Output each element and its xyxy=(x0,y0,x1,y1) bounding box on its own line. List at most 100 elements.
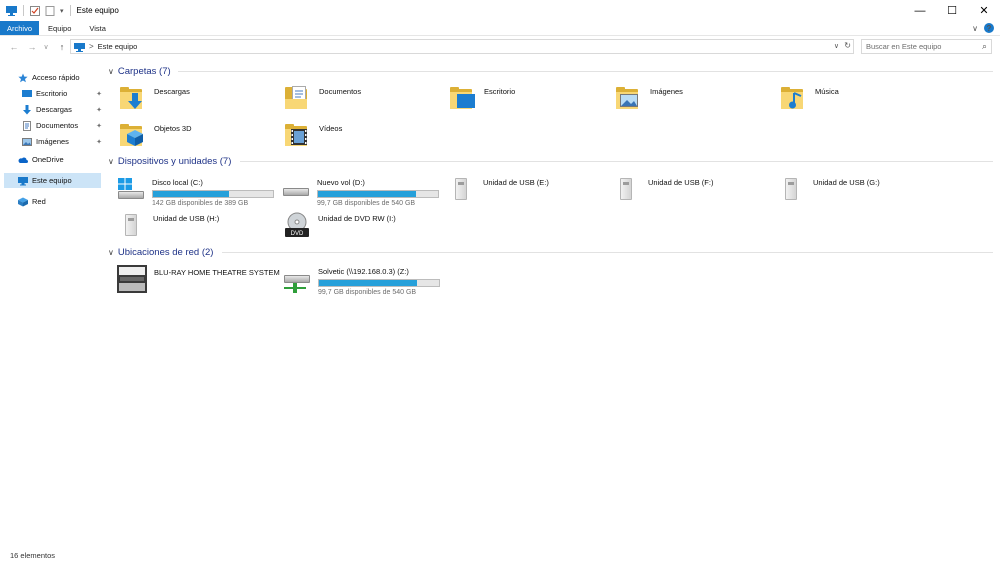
breadcrumb[interactable]: Este equipo xyxy=(98,42,138,51)
sidebar-item-label: Acceso rápido xyxy=(32,73,80,82)
drive-tile-e[interactable]: Unidad de USB (E:) xyxy=(447,174,549,204)
videos-folder-icon xyxy=(283,120,313,150)
sidebar-item-label: Red xyxy=(32,197,46,206)
star-icon xyxy=(18,73,28,83)
folder-tile-objetos-3d[interactable]: Objetos 3D xyxy=(118,120,192,150)
maximize-button[interactable]: ☐ xyxy=(936,0,968,21)
dvd-label: DVD xyxy=(291,231,304,237)
properties-icon[interactable] xyxy=(30,5,41,16)
group-divider xyxy=(222,252,993,253)
divider xyxy=(23,5,24,16)
address-bar[interactable]: > Este equipo ∨ ↻ xyxy=(70,39,854,54)
tile-label: Vídeos xyxy=(319,124,343,133)
up-button[interactable]: ↑ xyxy=(56,42,68,52)
window-controls: — ☐ ✕ xyxy=(904,0,1000,21)
drive-tile-i[interactable]: DVD Unidad de DVD RW (I:) xyxy=(282,210,396,240)
search-icon: ⌕ xyxy=(981,41,987,51)
search-input[interactable]: Buscar en Este equipo ⌕ xyxy=(861,39,992,54)
sidebar-item-red[interactable]: Red xyxy=(18,194,104,209)
quick-access-toolbar: ▾ xyxy=(0,0,73,21)
folder-tile-escritorio[interactable]: Escritorio xyxy=(448,83,515,113)
tile-label: Objetos 3D xyxy=(154,124,192,133)
3d-objects-folder-icon xyxy=(118,120,148,150)
network-device-bluray[interactable]: BLU-RAY HOME THEATRE SYSTEM xyxy=(116,264,280,294)
hard-drive-icon xyxy=(281,174,311,204)
tile-label: Música xyxy=(815,87,839,96)
folder-tile-descargas[interactable]: Descargas xyxy=(118,83,190,113)
network-drive-z[interactable]: Solvetic (\\192.168.0.3) (Z:) 99,7 GB di… xyxy=(282,263,440,296)
sidebar-item-documentos[interactable]: Documentos ✦ xyxy=(22,118,102,133)
search-placeholder: Buscar en Este equipo xyxy=(866,42,942,51)
pin-icon[interactable]: ✦ xyxy=(96,122,102,130)
sidebar-item-acceso-rapido[interactable]: Acceso rápido xyxy=(18,70,104,85)
pin-icon[interactable]: ✦ xyxy=(96,90,102,98)
customize-qa-icon[interactable]: ▾ xyxy=(60,7,64,15)
new-folder-icon[interactable] xyxy=(45,5,56,16)
help-icon[interactable]: ? xyxy=(984,23,994,33)
group-header-ubicaciones-red[interactable]: ∨ Ubicaciones de red (2) xyxy=(108,245,213,259)
tile-label: Documentos xyxy=(319,87,362,96)
group-header-carpetas[interactable]: ∨ Carpetas (7) xyxy=(108,64,171,78)
sidebar-item-imagenes[interactable]: Imágenes ✦ xyxy=(22,134,102,149)
sidebar-item-label: Escritorio xyxy=(36,89,68,98)
ribbon-right: ∨ ? xyxy=(972,23,994,33)
pin-icon[interactable]: ✦ xyxy=(96,106,102,114)
capacity-fill xyxy=(318,191,417,197)
address-dropdown-icon[interactable]: ∨ xyxy=(834,42,839,50)
group-title: Ubicaciones de red (2) xyxy=(117,246,214,258)
breadcrumb-separator[interactable]: > xyxy=(89,42,94,51)
collapse-icon[interactable]: ∨ xyxy=(108,248,114,257)
tile-label: Unidad de DVD RW (I:) xyxy=(318,214,396,223)
ribbon-tabs: Archivo Equipo Vista ∨ ? xyxy=(0,21,1000,36)
divider xyxy=(69,5,71,16)
drive-tile-d[interactable]: Nuevo vol (D:) 99,7 GB disponibles de 54… xyxy=(281,174,439,207)
folder-tile-documentos[interactable]: Documentos xyxy=(283,83,361,113)
tab-archivo[interactable]: Archivo xyxy=(0,21,40,35)
drive-tile-h[interactable]: Unidad de USB (H:) xyxy=(117,210,219,240)
capacity-bar xyxy=(317,190,439,198)
drive-tile-f[interactable]: Unidad de USB (F:) xyxy=(612,174,713,204)
drive-tile-g[interactable]: Unidad de USB (G:) xyxy=(777,174,880,204)
refresh-icon[interactable]: ↻ xyxy=(844,41,851,50)
tile-label: Imágenes xyxy=(650,87,683,96)
close-button[interactable]: ✕ xyxy=(968,0,1000,21)
free-space-text: 99,7 GB disponibles de 540 GB xyxy=(318,289,417,296)
free-space-text: 142 GB disponibles de 389 GB xyxy=(152,200,249,207)
tile-label: Descargas xyxy=(154,87,190,96)
recent-locations-button[interactable]: ∨ xyxy=(40,43,52,51)
tab-equipo[interactable]: Equipo xyxy=(39,21,80,35)
back-button[interactable]: ← xyxy=(8,42,20,52)
window-title: Este equipo xyxy=(76,6,119,15)
minimize-button[interactable]: — xyxy=(904,0,936,21)
group-header-dispositivos[interactable]: ∨ Dispositivos y unidades (7) xyxy=(108,154,231,168)
sidebar-item-descargas[interactable]: Descargas ✦ xyxy=(22,102,102,117)
dvd-drive-icon: DVD xyxy=(282,210,312,240)
collapse-icon[interactable]: ∨ xyxy=(108,67,114,76)
tile-label: Unidad de USB (H:) xyxy=(153,214,220,223)
sidebar-item-label: OneDrive xyxy=(32,155,64,164)
sidebar-item-este-equipo[interactable]: Este equipo xyxy=(4,173,101,188)
tab-vista[interactable]: Vista xyxy=(80,21,115,35)
usb-drive-icon xyxy=(777,174,807,204)
cloud-icon xyxy=(18,155,28,165)
drive-tile-c[interactable]: Disco local (C:) 142 GB disponibles de 3… xyxy=(116,174,274,207)
tile-label: BLU-RAY HOME THEATRE SYSTEM xyxy=(154,268,280,277)
tile-label: Disco local (C:) xyxy=(152,178,203,187)
folder-tile-imagenes[interactable]: Imágenes xyxy=(614,83,683,113)
download-arrow-icon xyxy=(22,104,32,115)
desktop-folder-icon xyxy=(448,83,478,113)
sidebar-item-escritorio[interactable]: Escritorio ✦ xyxy=(22,86,102,101)
sidebar-item-onedrive[interactable]: OneDrive xyxy=(18,152,104,167)
windows-drive-icon xyxy=(116,174,146,204)
usb-drive-icon xyxy=(612,174,642,204)
folder-tile-musica[interactable]: Música xyxy=(779,83,839,113)
computer-icon xyxy=(18,176,28,186)
folder-tile-videos[interactable]: Vídeos xyxy=(283,120,342,150)
free-space-text: 99,7 GB disponibles de 540 GB xyxy=(317,200,416,207)
collapse-icon[interactable]: ∨ xyxy=(108,157,114,166)
pin-icon[interactable]: ✦ xyxy=(96,138,102,146)
forward-button[interactable]: → xyxy=(26,42,38,52)
capacity-fill xyxy=(153,191,229,197)
expand-ribbon-icon[interactable]: ∨ xyxy=(972,24,978,33)
computer-icon xyxy=(74,42,85,52)
